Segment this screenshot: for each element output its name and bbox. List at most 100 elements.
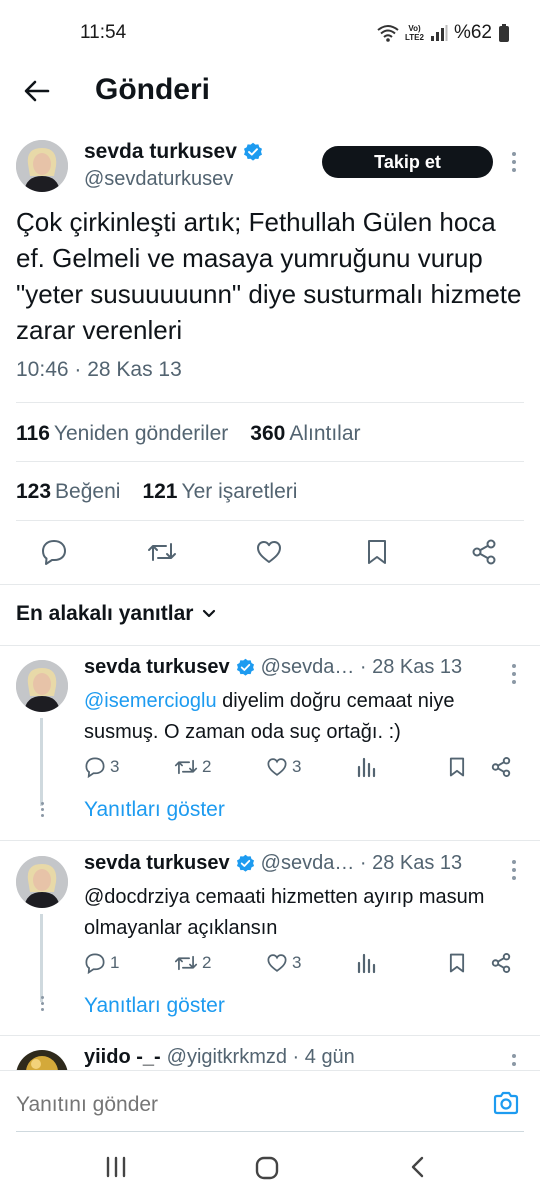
reply-item[interactable]: sevda turkusev @sevda… · 28 Kas 13 @isem… <box>0 656 540 836</box>
heart-icon <box>267 954 287 972</box>
arrow-left-icon <box>24 80 50 102</box>
bookmark-icon <box>449 953 465 973</box>
bookmarks-stat[interactable]: 121 Yer işaretleri <box>142 480 297 504</box>
back-button[interactable] <box>20 74 54 108</box>
replies-sort-dropdown[interactable]: En alakalı yanıtlar <box>16 602 217 626</box>
thread-dots <box>39 996 45 1015</box>
views-icon <box>357 757 376 778</box>
reply-action-bar: 3 2 3 <box>84 756 524 784</box>
camera-icon <box>493 1091 519 1115</box>
follow-button[interactable]: Takip et <box>322 146 493 178</box>
like-button[interactable] <box>255 538 285 568</box>
reply-text: @isemercioglu diyelim doğru cemaat niye … <box>84 690 455 743</box>
share-button[interactable] <box>490 756 512 778</box>
verified-badge-icon <box>236 854 254 872</box>
recent-apps-button[interactable] <box>103 1154 133 1184</box>
reply-author[interactable]: sevda turkusev @sevda… · 28 Kas 13 <box>84 852 462 875</box>
verified-badge-icon <box>243 142 262 161</box>
bookmark-button[interactable] <box>447 756 467 778</box>
reposts-stat[interactable]: 116 Yeniden gönderiler <box>16 422 228 446</box>
top-bar: Gönderi <box>0 64 540 118</box>
views-button[interactable] <box>356 756 378 778</box>
verified-badge-icon <box>236 658 254 676</box>
avatar[interactable] <box>16 140 68 192</box>
repost-icon <box>174 759 198 775</box>
reply-button[interactable]: 1 <box>84 952 119 974</box>
likes-stat[interactable]: 123 Beğeni <box>16 480 120 504</box>
avatar[interactable] <box>16 856 68 908</box>
reply-item[interactable]: yiido -_- @yigitkrkmzd · 4 gün <box>0 1046 540 1070</box>
share-icon <box>491 953 511 973</box>
post-timestamp[interactable]: 10:46 · 28 Kas 13 <box>16 358 182 382</box>
share-icon <box>472 539 496 565</box>
reply-input[interactable] <box>16 1093 456 1117</box>
home-icon <box>255 1156 279 1180</box>
reply-compose-bar <box>0 1070 540 1134</box>
reply-author[interactable]: sevda turkusev @sevda… · 28 Kas 13 <box>84 656 462 679</box>
camera-button[interactable] <box>492 1089 522 1119</box>
views-button[interactable] <box>356 952 378 974</box>
share-icon <box>491 757 511 777</box>
share-button[interactable] <box>490 952 512 974</box>
status-time: 11:54 <box>80 22 127 43</box>
reply-item[interactable]: sevda turkusev @sevda… · 28 Kas 13 @docd… <box>0 852 540 1032</box>
chevron-down-icon <box>203 609 216 618</box>
author-handle[interactable]: @sevdaturkusev <box>84 168 233 191</box>
repost-button[interactable] <box>147 538 177 568</box>
repost-button[interactable]: 2 <box>174 756 211 778</box>
like-button[interactable]: 3 <box>266 952 301 974</box>
reply-button[interactable]: 3 <box>84 756 119 778</box>
show-replies-link[interactable]: Yanıtları göster <box>84 798 225 822</box>
back-nav-button[interactable] <box>405 1154 435 1184</box>
battery-icon <box>499 24 509 42</box>
quotes-stat[interactable]: 360 Alıntılar <box>250 422 360 446</box>
like-button[interactable]: 3 <box>266 756 301 778</box>
divider <box>0 840 540 841</box>
show-replies-link[interactable]: Yanıtları göster <box>84 994 225 1018</box>
reply-icon <box>85 757 105 778</box>
divider <box>0 645 540 646</box>
avatar[interactable] <box>16 660 68 712</box>
heart-icon <box>267 758 287 776</box>
reply-text: @docdrziya cemaati hizmetten ayırıp masu… <box>84 886 485 939</box>
wifi-icon <box>377 25 399 42</box>
bookmark-button[interactable] <box>364 538 394 568</box>
divider <box>0 1035 540 1036</box>
signal-icon <box>430 25 448 41</box>
home-button[interactable] <box>253 1154 283 1184</box>
system-nav-bar <box>0 1134 540 1200</box>
thread-line <box>40 718 43 806</box>
reply-icon <box>85 953 105 974</box>
network-type-label: Vo) LTE2 <box>405 24 424 42</box>
status-bar: 11:54 Vo) LTE2 %62 <box>0 0 540 64</box>
author-name[interactable]: sevda turkusev <box>84 140 263 164</box>
reply-button[interactable] <box>40 538 70 568</box>
divider <box>16 1131 524 1132</box>
more-options-icon[interactable] <box>511 860 517 884</box>
bookmark-icon <box>368 540 386 564</box>
battery-percent: %62 <box>453 22 492 43</box>
views-icon <box>357 953 376 974</box>
share-button[interactable] <box>470 538 500 568</box>
repost-icon <box>174 955 198 971</box>
more-options-icon[interactable] <box>511 152 517 176</box>
reply-icon <box>42 540 66 565</box>
divider <box>0 584 540 585</box>
avatar[interactable] <box>16 1050 68 1070</box>
more-options-icon[interactable] <box>511 664 517 688</box>
repost-button[interactable]: 2 <box>174 952 211 974</box>
divider <box>16 461 524 462</box>
reply-action-bar: 1 2 3 <box>84 952 524 980</box>
mention-link[interactable]: @isemercioglu <box>84 690 217 712</box>
recent-apps-icon <box>106 1156 126 1178</box>
chevron-left-icon <box>411 1156 424 1178</box>
repost-quote-stats: 116 Yeniden gönderiler 360 Alıntılar <box>16 422 361 446</box>
divider <box>16 520 524 521</box>
thread-dots <box>39 802 45 821</box>
heart-icon <box>257 541 281 563</box>
post-text: Çok çirkinleşti artık; Fethullah Gülen h… <box>16 207 522 345</box>
reply-author[interactable]: yiido -_- @yigitkrkmzd · 4 gün <box>84 1046 355 1069</box>
more-options-icon[interactable] <box>511 1054 517 1070</box>
status-icons: Vo) LTE2 %62 <box>377 22 510 44</box>
bookmark-button[interactable] <box>447 952 467 974</box>
